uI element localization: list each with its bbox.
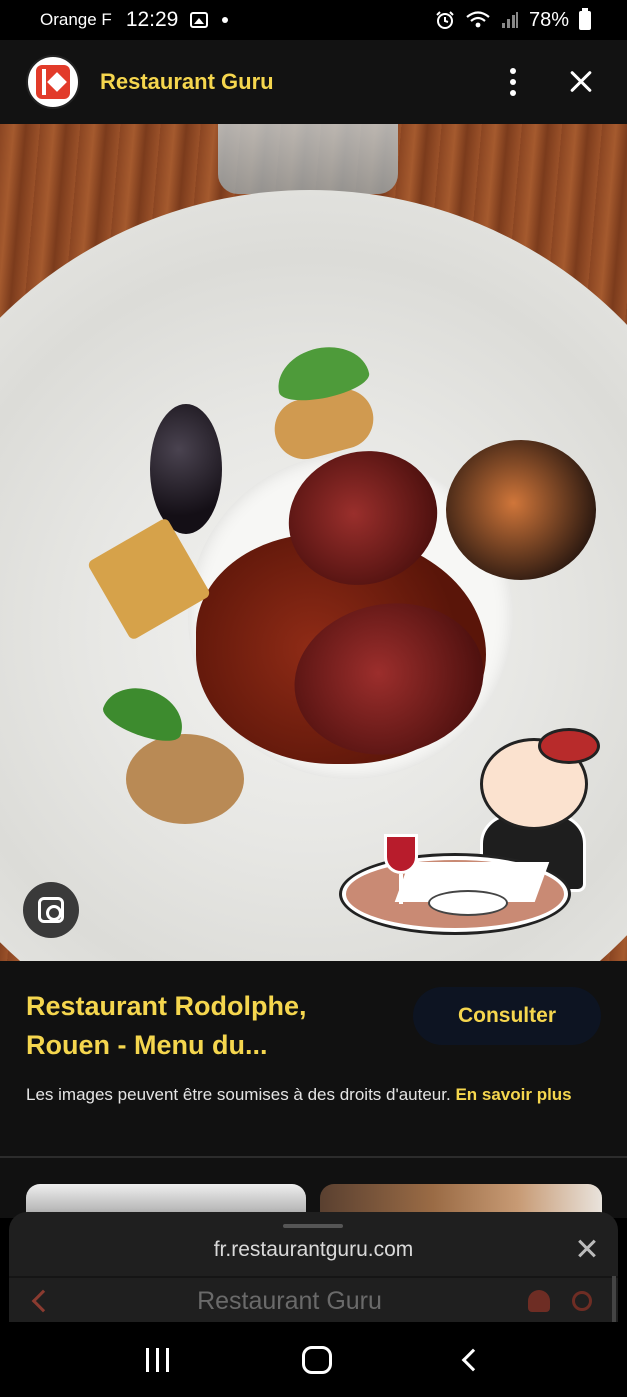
related-images (0, 1158, 627, 1224)
system-icons: 78% (435, 7, 591, 32)
drag-handle[interactable] (283, 1224, 343, 1228)
web-preview-bar: Restaurant Guru (9, 1280, 618, 1322)
notification-dot-icon (222, 17, 229, 23)
user-icon (528, 1290, 550, 1312)
chef-cartoon-badge (342, 724, 604, 936)
garnish-ball (446, 440, 596, 580)
search-icon (572, 1291, 592, 1311)
cartoon-plate (428, 890, 508, 916)
recent-apps-icon (146, 1347, 150, 1372)
water-glass (218, 124, 398, 194)
more-vert-icon (510, 68, 516, 74)
battery-icon (579, 7, 591, 30)
lens-icon (38, 897, 64, 923)
copyright-text: Les images peuvent être soumises à des d… (26, 1085, 456, 1104)
system-nav-bar (0, 1322, 627, 1397)
result-title[interactable]: Restaurant Rodolphe, Rouen - Menu du... (26, 987, 366, 1065)
clock: 12:29 (125, 8, 179, 31)
close-button[interactable] (561, 62, 601, 102)
cartoon-beret (538, 728, 600, 764)
close-sheet-button[interactable] (574, 1236, 600, 1262)
app-header: Restaurant Guru (0, 40, 627, 124)
source-url: fr.restaurantguru.com (213, 1238, 414, 1261)
restaurant-guru-logo (26, 55, 80, 109)
carrier-name: Orange F (40, 10, 112, 29)
alarm-icon (436, 11, 454, 29)
web-site-name: Restaurant Guru (197, 1286, 382, 1315)
main-image[interactable] (0, 124, 627, 961)
prune (150, 404, 222, 534)
home-button[interactable] (301, 1345, 332, 1374)
more-options-button[interactable] (493, 62, 533, 102)
back-button[interactable] (461, 1348, 484, 1371)
wine-glass-icon (384, 834, 418, 874)
status-bar: Orange F 12:29 78% (0, 0, 627, 40)
source-bottom-sheet[interactable]: fr.restaurantguru.com Restaurant Guru (9, 1212, 618, 1322)
logo-mark-icon (36, 65, 70, 99)
copyright-notice: Les images peuvent être soumises à des d… (26, 1081, 601, 1108)
scrollbar[interactable] (612, 1276, 616, 1322)
chestnut-chip (126, 734, 244, 824)
recent-apps-button[interactable] (146, 1347, 170, 1372)
wifi-icon (466, 11, 490, 28)
learn-more-link[interactable]: En savoir plus (455, 1085, 571, 1104)
visit-button[interactable]: Consulter (413, 987, 601, 1045)
image-icon (190, 12, 209, 28)
result-info: Restaurant Rodolphe, Rouen - Menu du... … (0, 961, 627, 1156)
battery-level: 78% (528, 8, 569, 31)
lens-search-button[interactable] (23, 882, 79, 938)
signal-icon (501, 12, 518, 28)
app-title[interactable]: Restaurant Guru (100, 69, 493, 95)
